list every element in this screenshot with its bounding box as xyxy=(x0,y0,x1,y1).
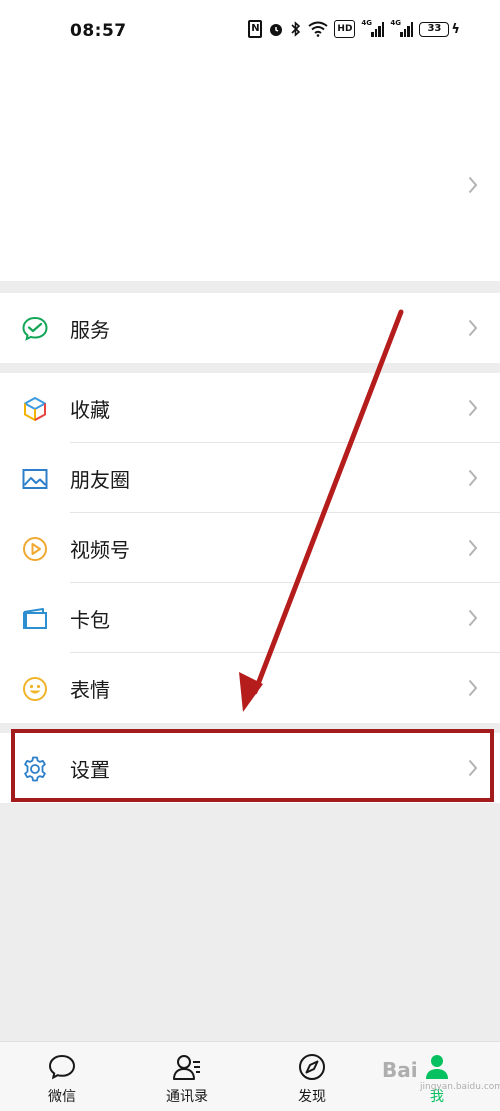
signal-icon-2: 4G xyxy=(390,19,414,37)
alarm-icon xyxy=(268,20,284,38)
compass-icon xyxy=(299,1054,325,1080)
tab-discover[interactable]: 发现 xyxy=(262,1042,362,1111)
play-icon xyxy=(23,537,47,561)
person-icon xyxy=(426,1055,448,1079)
bluetooth-icon xyxy=(290,20,302,38)
status-time: 08:57 xyxy=(70,21,127,41)
menu-item-service[interactable]: 服务 xyxy=(0,293,500,363)
menu-item-channels[interactable]: 视频号 xyxy=(0,513,500,583)
menu-item-label: 朋友圈 xyxy=(70,467,130,492)
contacts-icon xyxy=(173,1055,200,1080)
nfc-icon: N xyxy=(248,20,263,38)
menu-item-moments[interactable]: 朋友圈 xyxy=(0,443,500,513)
chevron-right-icon xyxy=(468,176,478,194)
chevron-right-icon xyxy=(468,609,478,627)
card-icon xyxy=(23,608,47,629)
menu-item-label: 卡包 xyxy=(70,607,110,632)
menu-item-label: 收藏 xyxy=(70,397,110,422)
menu-item-label: 视频号 xyxy=(70,537,130,562)
chevron-right-icon xyxy=(468,679,478,697)
highlight-box xyxy=(11,729,494,802)
main-menu-section: 收藏 朋友圈 视频号 卡包 表情 xyxy=(0,373,500,723)
tab-label: 微信 xyxy=(48,1089,76,1105)
watermark: Bai xyxy=(382,1058,418,1082)
wifi-icon xyxy=(308,20,329,38)
service-section: 服务 xyxy=(0,293,500,363)
status-bar: 08:57 N HD 4G 4G 33 ϟ xyxy=(0,0,500,64)
menu-item-label: 服务 xyxy=(70,317,110,342)
chevron-right-icon xyxy=(468,539,478,557)
tab-label: 发现 xyxy=(298,1089,326,1105)
signal-icon-1: 4G xyxy=(361,19,385,37)
chevron-right-icon xyxy=(468,319,478,337)
wechat-pay-icon xyxy=(22,316,48,341)
image-icon xyxy=(22,469,48,489)
cube-icon xyxy=(24,397,46,421)
watermark-sub: jingyan.baidu.com xyxy=(420,1082,500,1092)
battery-icon: 33 ϟ xyxy=(419,21,460,37)
menu-item-stickers[interactable]: 表情 xyxy=(0,653,500,723)
menu-item-label: 表情 xyxy=(70,677,110,702)
profile-card[interactable] xyxy=(0,64,500,281)
status-icons: N HD 4G 4G 33 ϟ xyxy=(248,19,460,38)
hd-badge: HD xyxy=(334,20,356,38)
menu-item-cards[interactable]: 卡包 xyxy=(0,583,500,653)
chevron-right-icon xyxy=(468,469,478,487)
menu-item-favorites[interactable]: 收藏 xyxy=(0,373,500,443)
chevron-right-icon xyxy=(468,399,478,417)
smile-icon xyxy=(23,677,47,701)
tab-chats[interactable]: 微信 xyxy=(12,1042,112,1111)
tab-label: 通讯录 xyxy=(166,1089,208,1105)
tab-contacts[interactable]: 通讯录 xyxy=(137,1042,237,1111)
bottom-tab-bar: 微信 通讯录 发现 我 xyxy=(0,1041,500,1111)
chat-bubble-icon xyxy=(48,1054,76,1080)
